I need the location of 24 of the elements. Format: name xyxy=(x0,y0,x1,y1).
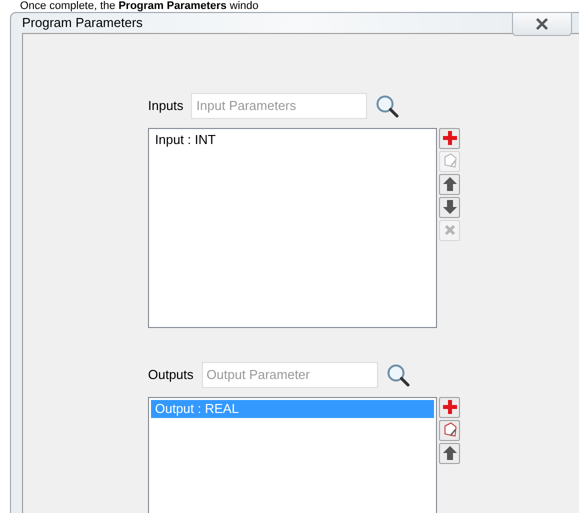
close-button[interactable] xyxy=(512,12,572,36)
plus-icon xyxy=(442,130,458,146)
document-text: Once complete, the Program Parameters windo xyxy=(20,0,258,12)
up-arrow-icon xyxy=(442,445,458,461)
toolbar-button[interactable] xyxy=(439,174,460,194)
up-arrow-icon xyxy=(442,176,458,192)
search-field[interactable]: Output Parameter xyxy=(202,362,378,388)
plus-icon xyxy=(442,399,458,415)
toolbar-button[interactable] xyxy=(439,442,460,464)
toolbar-button[interactable] xyxy=(439,128,460,148)
section-label: Outputs xyxy=(148,366,194,384)
section-label: Inputs xyxy=(148,96,184,115)
close-icon xyxy=(535,18,549,30)
page-pencil-icon xyxy=(442,422,458,438)
search-icon[interactable] xyxy=(386,362,410,386)
search-icon[interactable] xyxy=(375,94,400,118)
down-arrow-icon xyxy=(442,199,458,215)
toolbar-button[interactable] xyxy=(439,196,460,218)
search-field[interactable]: Input Parameters xyxy=(191,92,368,118)
page-pencil-icon xyxy=(442,153,458,169)
window-title: Program Parameters xyxy=(22,14,143,32)
toolbar-button[interactable] xyxy=(439,396,460,418)
toolbar-button[interactable] xyxy=(439,420,460,440)
list-item[interactable]: Input : INT xyxy=(151,130,434,148)
